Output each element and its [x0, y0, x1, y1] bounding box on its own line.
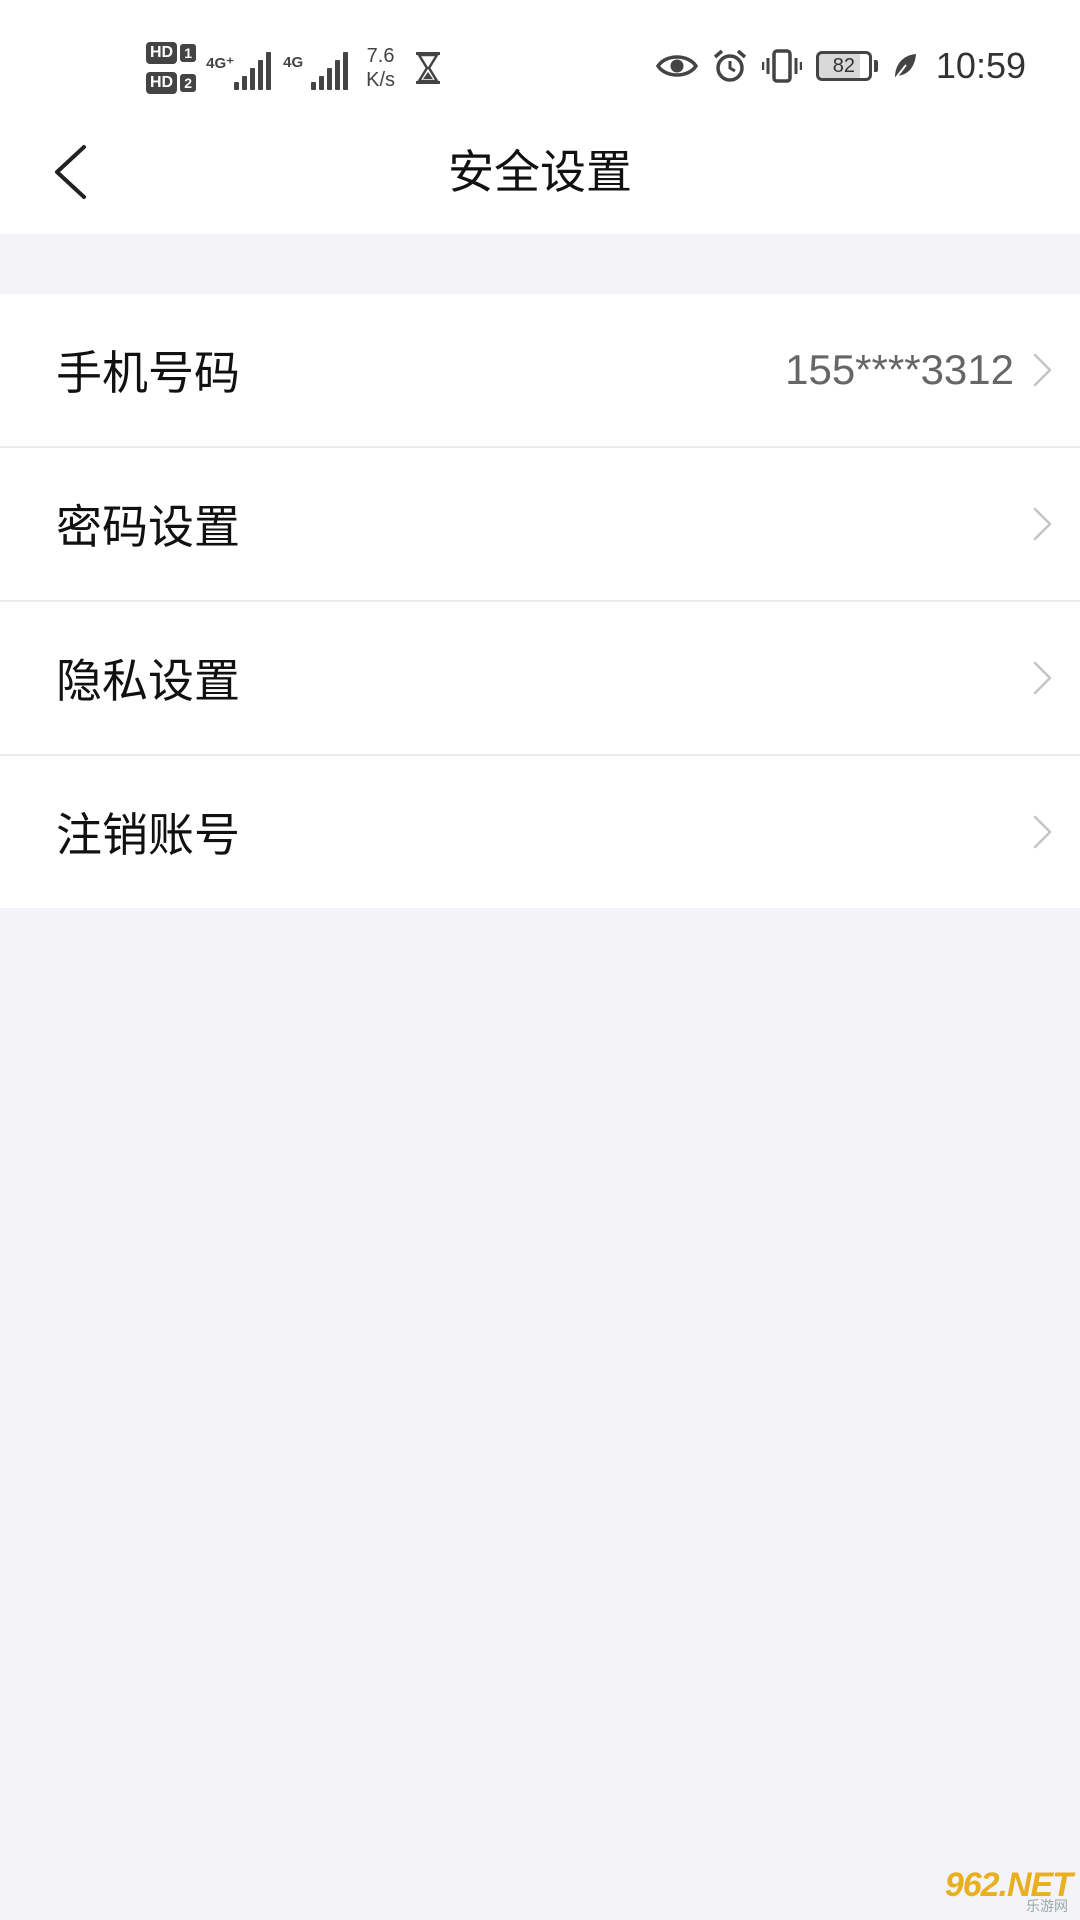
signal-sim1-icon: 4G⁺	[206, 46, 272, 90]
sim-number: 1	[180, 44, 197, 62]
speed-unit: K/s	[366, 69, 396, 91]
chevron-right-icon	[1033, 353, 1052, 387]
battery-icon: 82	[815, 51, 878, 81]
alarm-icon	[713, 49, 747, 82]
status-right: 82 10:59	[655, 38, 1026, 94]
chevron-left-icon	[55, 145, 86, 199]
sim-indicators: HD 1 HD 2	[146, 42, 197, 94]
signal-sim2-icon: 4G	[283, 46, 349, 90]
network-type-label: 4G	[283, 54, 304, 71]
speed-value: 7.6	[366, 45, 395, 67]
hd-label: HD	[146, 42, 178, 64]
settings-item-label: 隐私设置	[56, 654, 240, 708]
settings-item-phone-number[interactable]: 手机号码 155****3312	[0, 294, 1080, 446]
vibrate-icon	[761, 49, 802, 83]
chevron-right-icon	[1033, 661, 1052, 695]
network-type-label: 4G⁺	[206, 55, 235, 72]
settings-item-label: 手机号码	[56, 346, 240, 400]
status-left: HD 1 HD 2 4G⁺ 4G 7.6 K/s	[146, 36, 441, 100]
battery-level: 82	[815, 51, 872, 81]
hd-label: HD	[146, 72, 178, 94]
page-title: 安全设置	[448, 145, 632, 199]
settings-item-privacy[interactable]: 隐私设置	[0, 600, 1080, 754]
hourglass-icon	[416, 52, 441, 84]
chevron-right-icon	[1033, 507, 1052, 541]
settings-item-delete-account[interactable]: 注销账号	[0, 754, 1080, 908]
signal-bars	[234, 52, 272, 90]
leaf-icon	[894, 54, 916, 80]
network-speed: 7.6 K/s	[366, 44, 395, 92]
clock: 10:59	[935, 45, 1026, 86]
back-button[interactable]	[40, 132, 100, 212]
watermark-logo: 962.NET 乐游网	[940, 1866, 1073, 1915]
settings-item-label: 注销账号	[56, 808, 240, 862]
sim2-hd-badge: HD 2	[146, 72, 197, 94]
phone-number-value: 155****3312	[785, 346, 1014, 393]
signal-bars	[311, 52, 349, 90]
sim1-hd-badge: HD 1	[146, 42, 197, 64]
nav-bar: 安全设置	[0, 110, 1080, 234]
sim-number: 2	[180, 74, 197, 92]
watermark-subtext: 乐游网	[1026, 1899, 1068, 1915]
chevron-right-icon	[1033, 815, 1052, 849]
settings-item-label: 密码设置	[56, 500, 240, 554]
eye-icon	[655, 55, 698, 77]
status-bar: HD 1 HD 2 4G⁺ 4G 7.6 K/s 82 10:59	[0, 0, 1080, 110]
settings-list: 手机号码 155****3312 密码设置 隐私设置 注销账号	[0, 294, 1080, 908]
settings-item-password[interactable]: 密码设置	[0, 446, 1080, 600]
